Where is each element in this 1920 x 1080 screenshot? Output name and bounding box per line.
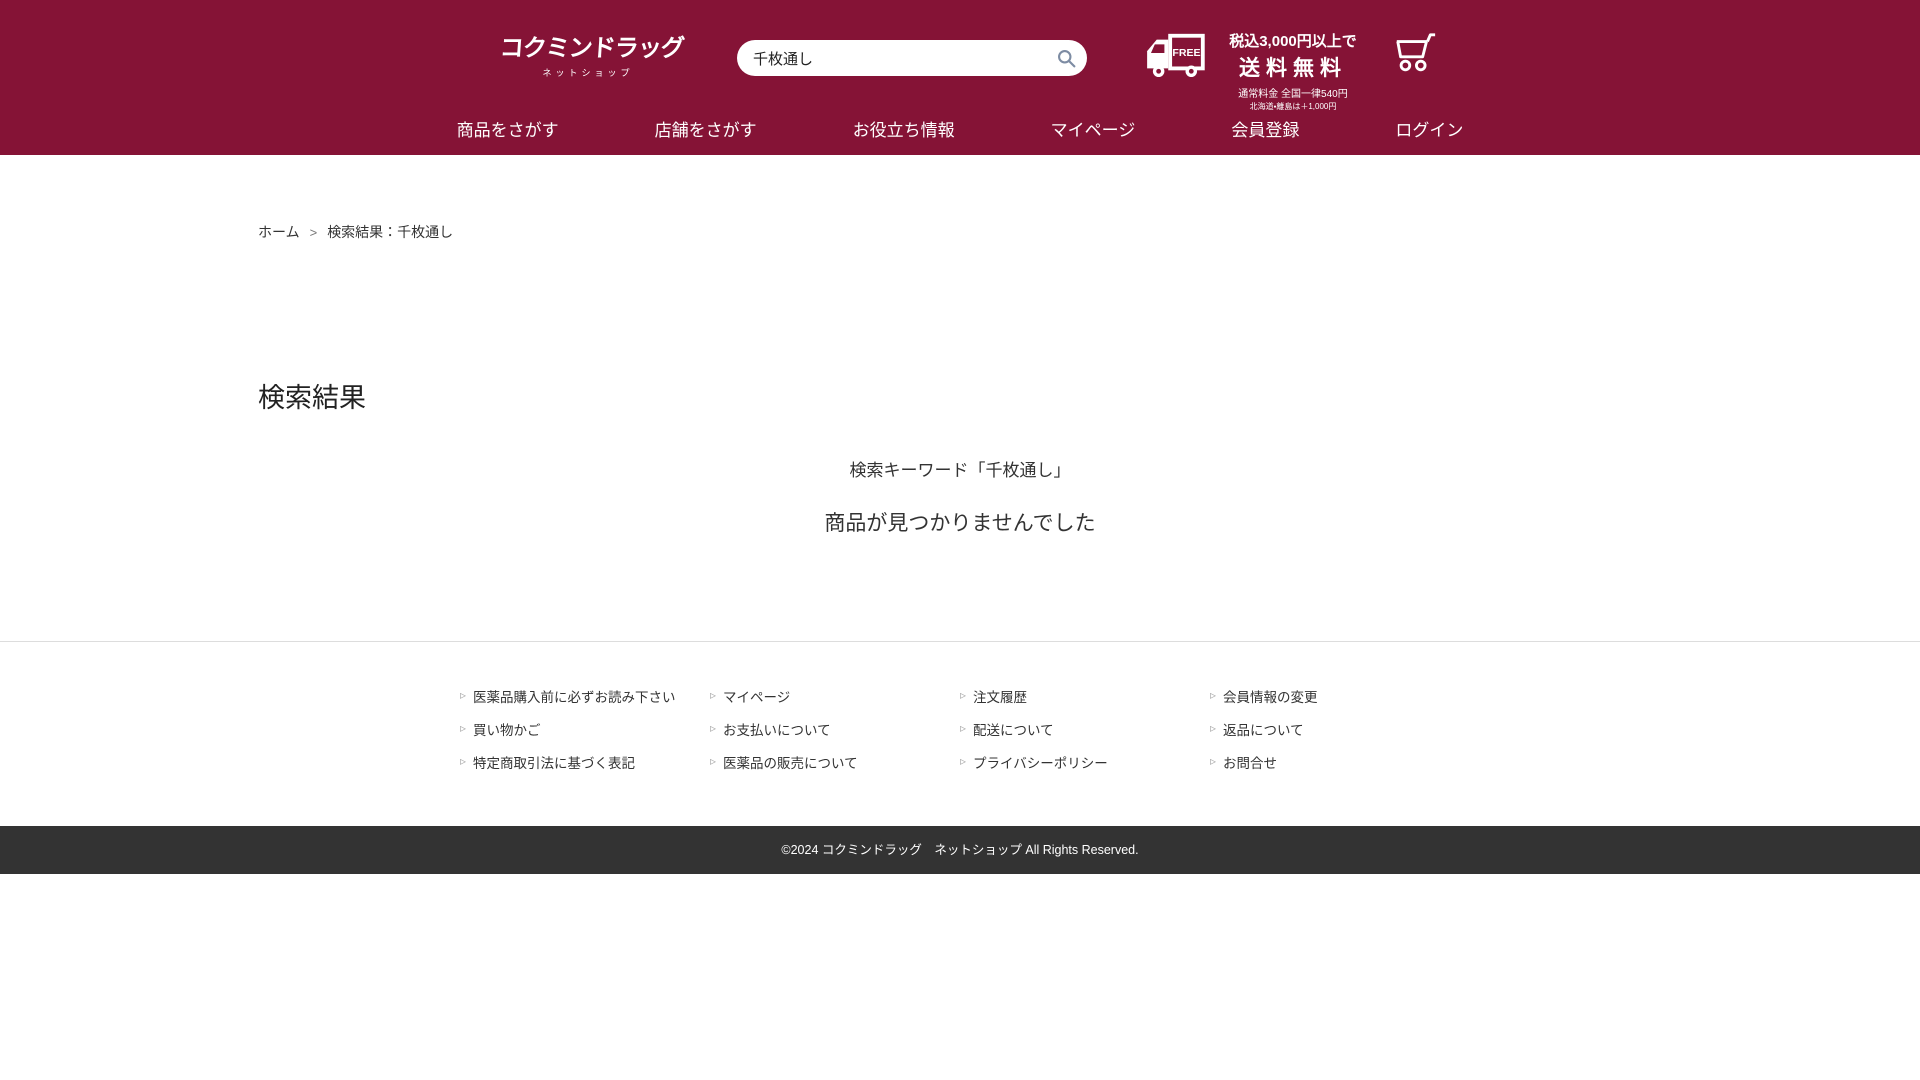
arrow-right-icon: ▹ [1210,754,1216,768]
logo-subtitle: ネットショップ [500,66,676,79]
footer-link-label: 注文履歴 [973,686,1027,706]
arrow-right-icon: ▹ [460,688,466,702]
shipping-line1: 税込3,000円以上で [1213,30,1373,51]
breadcrumb-home-link[interactable]: ホーム [258,222,300,242]
arrow-right-icon: ▹ [710,754,716,768]
arrow-right-icon: ▹ [1210,721,1216,735]
footer-link-order-history[interactable]: ▹ 注文履歴 [960,686,1210,706]
footer-link-label: お問合せ [1223,752,1277,772]
free-badge: FREE [1172,47,1200,59]
footer-link-drug-notice[interactable]: ▹ 医薬品購入前に必ずお読み下さい [460,686,710,706]
logo-title: コクミンドラッグ [499,28,677,63]
footer-link-label: お支払いについて [723,719,831,739]
footer-column-1: ▹ 医薬品購入前に必ずお読み下さい ▹ 買い物かご ▹ 特定商取引法に基づく表記 [460,686,710,772]
site-header: コクミンドラッグ ネットショップ FREE 税込3,000円以上で 送料無料 通… [0,0,1920,155]
shipping-line3: 通常料金 全国一律540円 [1213,85,1373,100]
footer-link-label: 返品について [1223,719,1304,739]
footer-link-delivery[interactable]: ▹ 配送について [960,719,1210,739]
search-box [737,40,1087,76]
arrow-right-icon: ▹ [960,721,966,735]
footer-column-2: ▹ マイページ ▹ お支払いについて ▹ 医薬品の販売について [710,686,960,772]
footer-link-payment[interactable]: ▹ お支払いについて [710,719,960,739]
breadcrumb-separator: > [310,225,318,240]
search-keyword-line: 検索キーワード「千枚通し」 [0,456,1920,481]
free-shipping-banner: FREE 税込3,000円以上で 送料無料 通常料金 全国一律540円 北海道・… [1143,30,1373,112]
arrow-right-icon: ▹ [460,721,466,735]
nav-item-register[interactable]: 会員登録 [1231,116,1299,141]
footer-link-label: 配送について [973,719,1054,739]
nav-item-mypage[interactable]: マイページ [1051,116,1136,141]
arrow-right-icon: ▹ [710,721,716,735]
arrow-right-icon: ▹ [710,688,716,702]
footer-link-label: 買い物かご [473,719,541,739]
footer-link-cart[interactable]: ▹ 買い物かご [460,719,710,739]
footer-link-label: プライバシーポリシー [973,752,1108,772]
footer-link-member-info[interactable]: ▹ 会員情報の変更 [1210,686,1460,706]
no-result-message: 商品が見つかりませんでした [0,507,1920,537]
footer-link-label: 特定商取引法に基づく表記 [473,752,635,772]
cart-button[interactable] [1392,30,1438,81]
breadcrumb: ホーム > 検索結果：千枚通し [258,222,1920,242]
footer-link-label: マイページ [723,686,790,706]
search-button[interactable] [1051,43,1081,73]
footer-links-section: ▹ 医薬品購入前に必ずお読み下さい ▹ 買い物かご ▹ 特定商取引法に基づく表記… [0,641,1920,826]
footer-link-commerce-law[interactable]: ▹ 特定商取引法に基づく表記 [460,752,710,772]
footer-links-grid: ▹ 医薬品購入前に必ずお読み下さい ▹ 買い物かご ▹ 特定商取引法に基づく表記… [460,686,1460,772]
nav-item-search-products[interactable]: 商品をさがす [457,116,559,141]
footer-link-label: 医薬品の販売について [723,752,858,772]
arrow-right-icon: ▹ [960,688,966,702]
nav-item-useful-info[interactable]: お役立ち情報 [853,116,955,141]
shipping-line4: 北海道・離島は＋1,000円 [1213,101,1373,112]
site-logo[interactable]: コクミンドラッグ ネットショップ [500,28,676,79]
footer-link-privacy-policy[interactable]: ▹ プライバシーポリシー [960,752,1210,772]
arrow-right-icon: ▹ [960,754,966,768]
footer-link-drug-sales[interactable]: ▹ 医薬品の販売について [710,752,960,772]
shipping-line2: 送料無料 [1213,52,1373,82]
arrow-right-icon: ▹ [460,754,466,768]
footer-link-label: 医薬品購入前に必ずお読み下さい [473,686,676,706]
cart-icon [1392,30,1438,76]
footer-column-4: ▹ 会員情報の変更 ▹ 返品について ▹ お問合せ [1210,686,1460,772]
truck-icon: FREE [1143,30,1205,78]
nav-item-login[interactable]: ログイン [1395,116,1463,141]
shipping-text: 税込3,000円以上で 送料無料 通常料金 全国一律540円 北海道・離島は＋1… [1213,30,1373,112]
arrow-right-icon: ▹ [1210,688,1216,702]
copyright-bar: ©2024 コクミンドラッグ ネットショップ All Rights Reserv… [0,826,1920,874]
footer-link-contact[interactable]: ▹ お問合せ [1210,752,1460,772]
main-content: 検索結果 検索キーワード「千枚通し」 商品が見つかりませんでした [0,376,1920,537]
footer-link-mypage[interactable]: ▹ マイページ [710,686,960,706]
main-nav: 商品をさがす 店舗をさがす お役立ち情報 マイページ 会員登録 ログイン [0,116,1920,141]
magnifier-icon [1056,48,1077,69]
page-title: 検索結果 [258,376,1920,415]
copyright-text: ©2024 コクミンドラッグ ネットショップ All Rights Reserv… [781,843,1138,857]
search-input[interactable] [753,50,1051,67]
breadcrumb-current: 検索結果：千枚通し [327,222,453,242]
footer-link-returns[interactable]: ▹ 返品について [1210,719,1460,739]
footer-column-3: ▹ 注文履歴 ▹ 配送について ▹ プライバシーポリシー [960,686,1210,772]
footer-link-label: 会員情報の変更 [1223,686,1318,706]
nav-item-search-stores[interactable]: 店舗をさがす [655,116,757,141]
